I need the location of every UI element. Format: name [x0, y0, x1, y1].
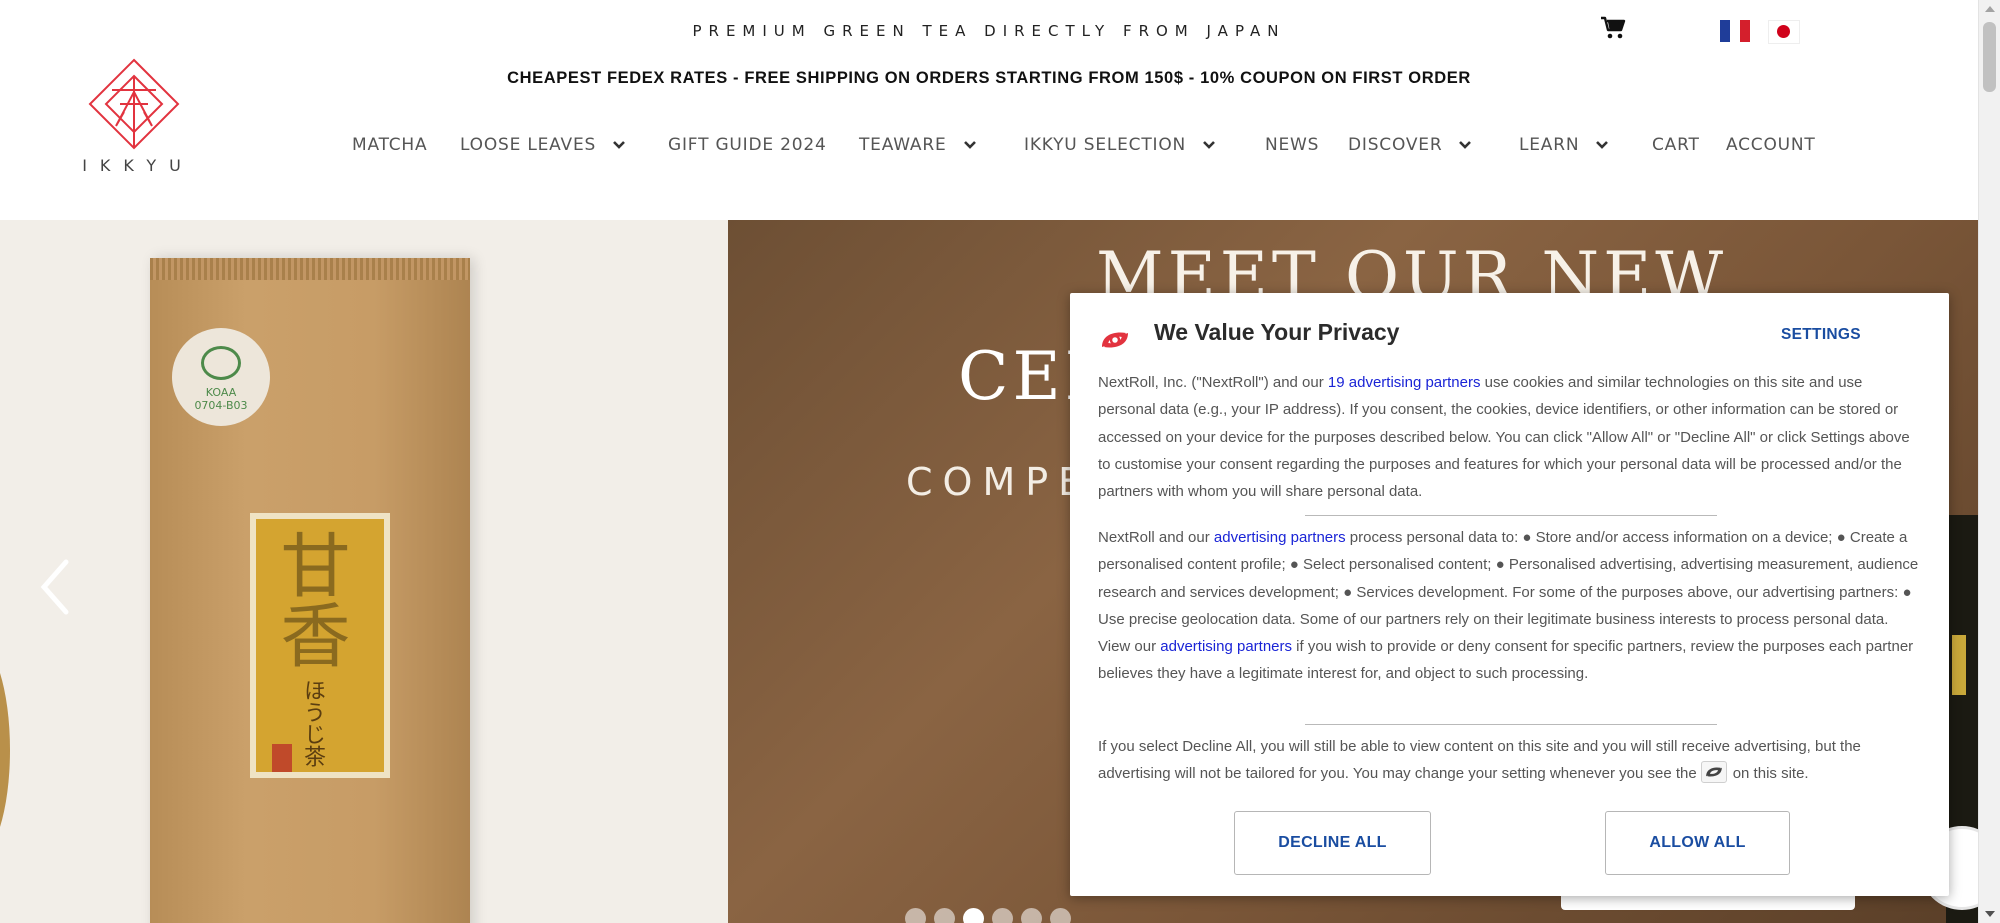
carousel-dot[interactable]	[992, 908, 1013, 923]
nav-label: LEARN	[1519, 135, 1580, 155]
para-text: NextRoll and our	[1098, 529, 1214, 546]
product-label: 甘香 ほうじ茶	[250, 513, 390, 778]
jas-logo-icon	[201, 346, 241, 380]
allow-all-button[interactable]: ALLOW ALL	[1605, 811, 1790, 875]
advertising-partners-link[interactable]: 19 advertising partners	[1328, 374, 1481, 391]
shipping-banner: CHEAPEST FEDEX RATES - FREE SHIPPING ON …	[507, 69, 1471, 87]
hero-subtitle: COMPE	[906, 460, 1093, 504]
nextroll-inline-icon	[1700, 761, 1727, 784]
consent-paragraph-2: NextRoll and our advertising partners pr…	[1098, 524, 1924, 688]
para-text: on this site.	[1732, 765, 1809, 783]
jas-text: KOAA 0704-B03	[194, 386, 248, 412]
nav-label: LOOSE LEAVES	[460, 135, 597, 155]
scroll-up-arrow-icon[interactable]	[1979, 0, 2000, 18]
nav-gift-guide[interactable]: GIFT GUIDE 2024	[668, 131, 827, 159]
consent-paragraph-1: NextRoll, Inc. ("NextRoll") and our 19 a…	[1098, 369, 1924, 505]
japan-flag-icon[interactable]	[1768, 20, 1800, 44]
chevron-down-icon	[613, 141, 626, 149]
scroll-thumb[interactable]	[1983, 22, 1996, 92]
chevron-down-icon	[1203, 141, 1215, 149]
chevron-down-icon	[1596, 141, 1609, 149]
consent-paragraph-3: If you select Decline All, you will stil…	[1098, 733, 1924, 788]
nav-account[interactable]: ACCOUNT	[1726, 131, 1816, 159]
divider	[1305, 724, 1717, 725]
carousel-dot[interactable]	[934, 908, 955, 923]
nav-label: GIFT GUIDE 2024	[668, 135, 827, 155]
tagline: PREMIUM GREEN TEA DIRECTLY FROM JAPAN	[692, 22, 1286, 40]
label-kanji: 甘香	[269, 529, 351, 669]
logo-text: IKKYU	[82, 156, 194, 175]
nav-label: IKKYU SELECTION	[1024, 135, 1187, 155]
label-hojicha: ほうじ茶	[300, 679, 325, 767]
hero-product-panel: KOAA 0704-B03 甘香 ほうじ茶	[0, 220, 728, 923]
advertising-partners-link[interactable]: advertising partners	[1214, 529, 1346, 546]
cart-icon[interactable]	[1600, 16, 1626, 40]
para-text: NextRoll, Inc. ("NextRoll") and our	[1098, 374, 1328, 391]
carousel-dot[interactable]	[1021, 908, 1042, 923]
nav-discover[interactable]: DISCOVER	[1348, 131, 1474, 159]
nav-ikkyu-selection[interactable]: IKKYU SELECTION	[1024, 131, 1218, 159]
nav-cart[interactable]: CART	[1652, 131, 1700, 159]
nav-news[interactable]: NEWS	[1265, 131, 1319, 159]
nav-label: CART	[1652, 135, 1700, 155]
france-flag-icon[interactable]	[1720, 20, 1750, 42]
para-text: use cookies and similar technologies on …	[1098, 374, 1910, 501]
hojicha-tea-bag: KOAA 0704-B03 甘香 ほうじ茶	[150, 258, 470, 923]
advertising-partners-link[interactable]: advertising partners	[1160, 638, 1292, 655]
scroll-down-arrow-icon[interactable]	[1979, 905, 2000, 923]
carousel-dot-active[interactable]	[963, 908, 984, 923]
carousel-dot[interactable]	[1050, 908, 1071, 923]
nav-teaware[interactable]: TEAWARE	[859, 131, 979, 159]
settings-button[interactable]: SETTINGS	[1781, 326, 1861, 344]
nav-label: ACCOUNT	[1726, 135, 1816, 155]
carousel-dots	[905, 908, 1071, 923]
jas-organic-seal: KOAA 0704-B03	[172, 328, 270, 426]
decline-all-button[interactable]: DECLINE ALL	[1234, 811, 1431, 875]
label-stamp	[272, 744, 292, 772]
nav-loose-leaves[interactable]: LOOSE LEAVES	[460, 131, 628, 159]
chevron-down-icon	[963, 141, 976, 149]
tea-bowl	[0, 640, 10, 860]
nav-learn[interactable]: LEARN	[1519, 131, 1611, 159]
para-text: process personal data to: ● Store and/or…	[1098, 529, 1919, 656]
privacy-consent-modal: We Value Your Privacy SETTINGS NextRoll,…	[1070, 293, 1949, 896]
site-header: PREMIUM GREEN TEA DIRECTLY FROM JAPAN CH…	[0, 0, 1978, 220]
nav-label: MATCHA	[352, 135, 428, 155]
page-scrollbar[interactable]	[1978, 0, 2000, 923]
modal-title: We Value Your Privacy	[1154, 319, 1400, 345]
nav-matcha[interactable]: MATCHA	[352, 131, 427, 159]
nav-label: TEAWARE	[859, 135, 947, 155]
chevron-down-icon	[1459, 141, 1472, 149]
divider	[1305, 515, 1717, 516]
nextroll-logo-icon	[1102, 332, 1128, 348]
carousel-prev-arrow-icon[interactable]	[38, 558, 74, 616]
nav-label: DISCOVER	[1348, 135, 1443, 155]
bag-seal	[150, 258, 470, 280]
carousel-dot[interactable]	[905, 908, 926, 923]
nav-label: NEWS	[1265, 135, 1320, 155]
